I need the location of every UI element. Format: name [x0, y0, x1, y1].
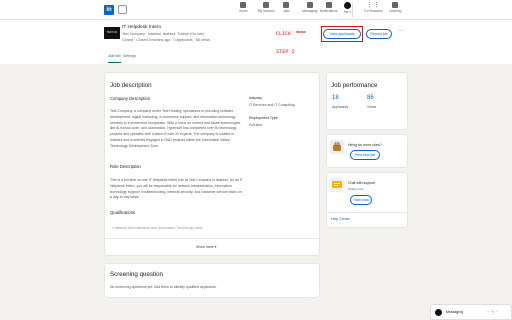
job-title: IT Helpdesk Intern	[122, 25, 162, 30]
company-logo[interactable]: TEST CO	[104, 27, 120, 39]
chevron-down-icon: ▾	[214, 245, 217, 249]
search-icon[interactable]	[118, 5, 127, 14]
linkedin-logo-icon[interactable]: in	[104, 5, 114, 15]
grid-icon: ⋮⋮	[366, 2, 381, 9]
divider	[105, 238, 319, 239]
hiring-text: Hiring for more roles?	[348, 143, 382, 147]
annotation-arrow-icon: ⟸	[296, 29, 307, 36]
start-chat-button[interactable]: Start chat	[350, 195, 372, 205]
job-performance-card	[326, 72, 408, 130]
home-icon	[240, 2, 247, 8]
bell-icon	[325, 2, 332, 8]
screening-question-text: No screening questions yet. Add them to …	[110, 285, 217, 289]
avatar	[435, 309, 442, 316]
nav-messaging[interactable]: Messaging	[302, 2, 317, 13]
job-status: Closed · Closed 5 months ago · 0 applica…	[122, 38, 210, 42]
avatar	[344, 2, 351, 9]
chat-icon	[332, 181, 342, 188]
role-description-heading: Role Description	[110, 164, 141, 169]
industry-value: IT Services and IT Consulting	[249, 103, 295, 107]
support-title: Chat with support	[348, 181, 376, 185]
job-location: Test Company · İstanbul, İstanbul, Türki…	[122, 32, 205, 36]
messaging-label: Messaging	[446, 310, 463, 314]
views-count: 86	[367, 95, 374, 101]
role-description-text: This is a full-time on-site IT Helpdesk …	[110, 178, 243, 200]
applicants-count[interactable]: 18	[332, 95, 339, 101]
company-description-text: Test Company, a company under Test Holdi…	[110, 109, 241, 148]
nav-home[interactable]: Home	[239, 2, 248, 13]
nav-for-business[interactable]: ⋮⋮ For Business	[364, 2, 383, 13]
briefcase-illustration-icon	[330, 140, 344, 154]
annotation-step: STEP 2	[276, 49, 295, 55]
job-header	[0, 20, 512, 64]
show-more-button[interactable]: Show more ▾	[196, 245, 216, 249]
nav-me[interactable]: Me ▾	[344, 2, 351, 14]
nav-my-network[interactable]: My Network	[258, 2, 275, 13]
qualification-item: • Network Administration and Information…	[112, 226, 203, 230]
screening-question-heading: Screening question	[110, 271, 163, 278]
annotation-click: CLICK	[276, 31, 292, 37]
views-label: Views	[367, 105, 377, 109]
employment-type-label: Employment Type	[249, 116, 278, 120]
more-options-icon[interactable]: ···	[398, 28, 404, 34]
tab-job-info[interactable]: Job info	[108, 54, 121, 63]
employment-type-value: Full-time	[249, 123, 263, 127]
chevron-down-icon: ▾	[349, 10, 351, 14]
job-description-heading: Job description	[110, 82, 152, 89]
nav-divider	[352, 3, 353, 17]
top-nav: in Home My Network Jobs Messaging Notifi…	[0, 0, 512, 20]
post-new-job-button[interactable]: Post new job	[350, 150, 380, 160]
jobs-icon	[283, 2, 290, 8]
screening-question-card	[104, 263, 320, 298]
nav-notifications[interactable]: Notifications	[320, 2, 337, 13]
divider	[327, 212, 407, 213]
learning-icon	[392, 2, 399, 8]
briefcase-icon	[333, 142, 341, 151]
network-icon	[263, 2, 270, 8]
messaging-bar[interactable]: Messaging ··· ✎ ⌃	[430, 304, 512, 320]
applicants-label: Applicants	[332, 105, 349, 109]
repost-job-button[interactable]: Repost job	[366, 29, 392, 39]
chat-illustration-icon	[330, 178, 344, 192]
company-description-heading: Company Description	[110, 96, 151, 101]
tab-settings[interactable]: Settings	[123, 54, 136, 58]
nav-jobs[interactable]: Jobs	[283, 2, 290, 13]
help-center-link[interactable]: Help Center	[331, 217, 350, 221]
support-status: Online now	[348, 187, 364, 191]
nav-learning[interactable]: Learning	[389, 2, 401, 13]
messaging-icon	[306, 2, 313, 8]
industry-label: Industry	[249, 96, 262, 100]
job-performance-heading: Job performance	[331, 82, 378, 89]
qualifications-heading: Qualifications	[110, 210, 136, 215]
view-applicants-button[interactable]: View applicants	[323, 29, 361, 39]
messaging-controls-icon[interactable]: ··· ✎ ⌃	[487, 310, 498, 314]
